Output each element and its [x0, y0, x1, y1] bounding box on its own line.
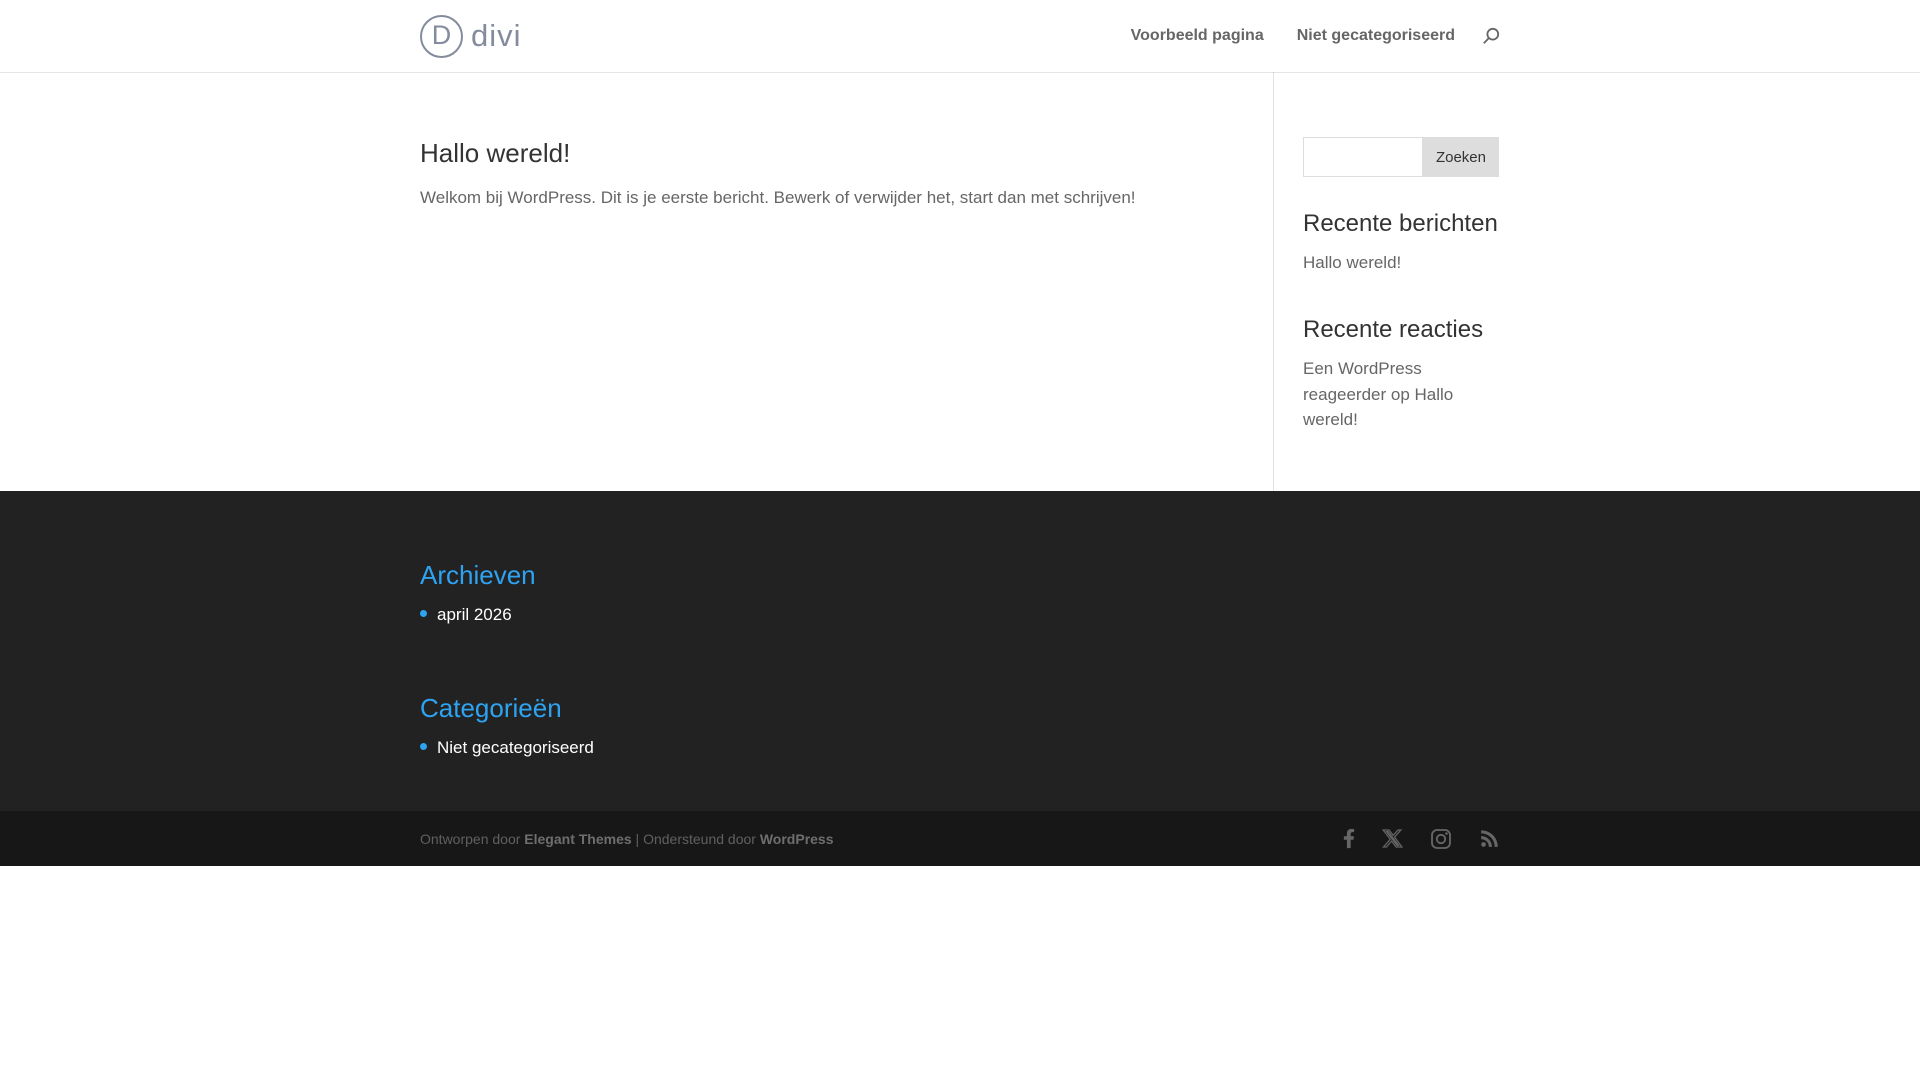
divi-logo[interactable]: D divi	[420, 14, 522, 58]
footer-widget-categories: Categorieën Niet gecategoriseerd	[420, 693, 1500, 758]
widget-recent-comments: Recente reacties Een WordPress reageerde…	[1303, 316, 1499, 433]
post-excerpt: Welkom bij WordPress. Dit is je eerste b…	[420, 188, 1136, 207]
footer-widget-archives: Archieven april 2026	[420, 560, 1500, 625]
nav-item-voorbeeld-pagina[interactable]: Voorbeeld pagina	[1131, 27, 1264, 45]
x-icon[interactable]	[1382, 828, 1403, 849]
instagram-icon[interactable]	[1430, 828, 1452, 850]
divi-logo-text: divi	[471, 18, 522, 53]
main-area: Hallo wereld! Welkom bij WordPress. Dit …	[0, 72, 1920, 491]
category-link-niet-gecategoriseerd[interactable]: Niet gecategoriseerd	[437, 738, 594, 757]
social-links	[1316, 828, 1500, 850]
sidebar-search-input[interactable]	[1303, 137, 1423, 177]
site-header: D divi Voorbeeld pagina Niet gecategoris…	[0, 0, 1920, 72]
sidebar: Zoeken Recente berichten Hallo wereld! R…	[1303, 72, 1499, 491]
bullet-icon	[420, 743, 427, 750]
sidebar-search-form: Zoeken	[1303, 137, 1499, 177]
list-item: april 2026	[420, 605, 1500, 625]
widget-title-recent-posts: Recente berichten	[1303, 210, 1498, 237]
bullet-icon	[420, 610, 427, 617]
footer-credits: Ontworpen door Elegant Themes | Onderste…	[420, 831, 834, 847]
post-article: Hallo wereld! Welkom bij WordPress. Dit …	[420, 72, 1274, 491]
widget-recent-posts: Recente berichten Hallo wereld!	[1303, 210, 1499, 276]
footer-widget-title-archives: Archieven	[420, 560, 536, 590]
archives-list: april 2026	[420, 605, 1500, 625]
elegant-themes-link[interactable]: Elegant Themes	[524, 831, 631, 847]
credits-prefix: Ontworpen door	[420, 830, 525, 847]
archive-link-april-2026[interactable]: april 2026	[437, 605, 512, 624]
blank-area	[0, 866, 1920, 1080]
categories-list: Niet gecategoriseerd	[420, 738, 1500, 758]
list-item: Niet gecategoriseerd	[420, 738, 1500, 758]
credits-middle: | Ondersteund door	[631, 830, 760, 847]
sidebar-search-button[interactable]: Zoeken	[1422, 137, 1499, 177]
rss-icon[interactable]	[1479, 828, 1500, 849]
post-title[interactable]: Hallo wereld!	[420, 138, 1273, 169]
wordpress-link[interactable]: WordPress	[760, 831, 834, 847]
recent-post-link[interactable]: Hallo wereld!	[1303, 250, 1401, 276]
site-footer: Archieven april 2026 Categorieën Niet ge…	[0, 491, 1920, 811]
facebook-icon[interactable]	[1343, 828, 1355, 849]
divi-logo-circle-icon: D	[420, 14, 463, 58]
nav-item-niet-gecategoriseerd[interactable]: Niet gecategoriseerd	[1297, 27, 1455, 45]
search-icon[interactable]	[1482, 27, 1500, 45]
footer-bottom-bar: Ontworpen door Elegant Themes | Onderste…	[0, 811, 1920, 866]
widget-title-recent-comments: Recente reacties	[1303, 315, 1484, 343]
footer-widget-title-categories: Categorieën	[420, 693, 562, 723]
primary-nav: Voorbeeld pagina Niet gecategoriseerd	[1098, 27, 1500, 45]
recent-comment-link[interactable]: Een WordPress reageerder op Hallo wereld…	[1303, 356, 1499, 433]
